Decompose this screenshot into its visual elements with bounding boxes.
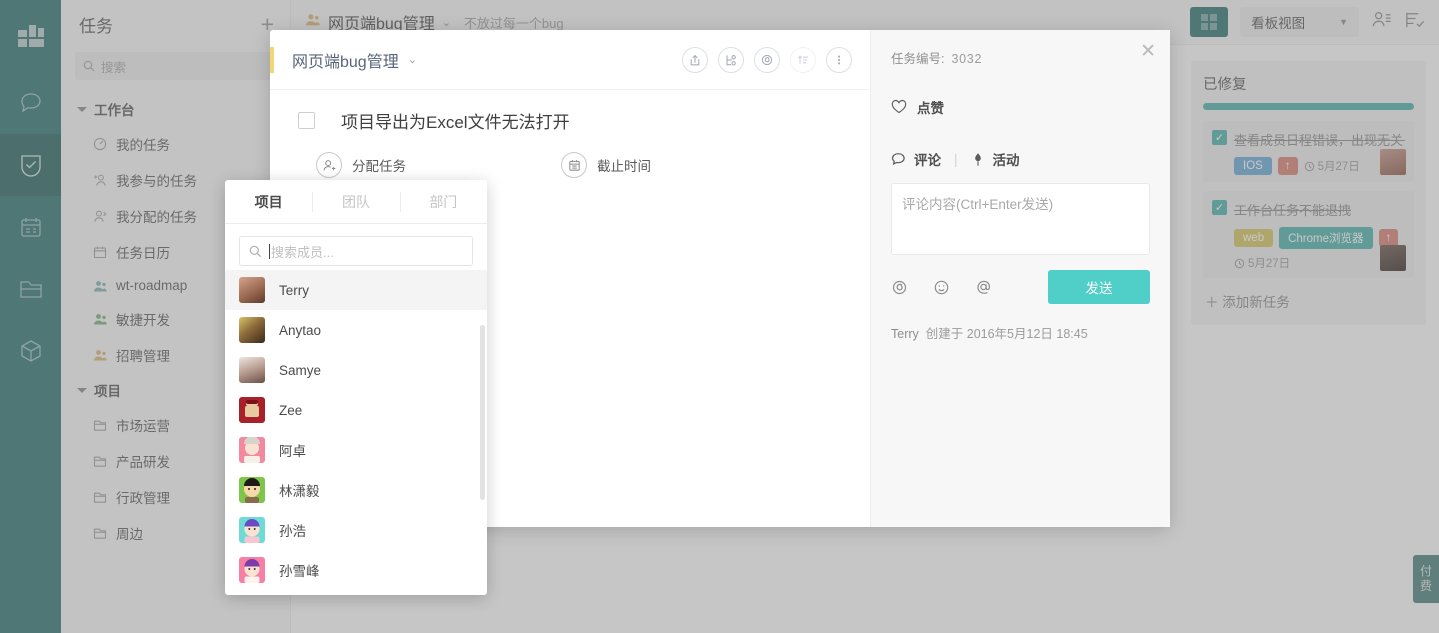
task-meta-row: 分配任务 截止时间: [270, 133, 870, 178]
member-search-input[interactable]: 搜索成员...: [239, 236, 473, 266]
tab-activity-label: 活动: [992, 153, 1020, 168]
like-button[interactable]: 点赞: [891, 97, 1150, 117]
assign-task-button[interactable]: 分配任务: [316, 152, 406, 178]
priority-icon[interactable]: [790, 46, 816, 73]
due-date-icon: [561, 152, 587, 178]
assign-task-label: 分配任务: [352, 159, 406, 174]
search-icon: [249, 245, 262, 257]
avatar: [239, 277, 265, 303]
list-item[interactable]: Terry: [225, 270, 487, 310]
due-date-button[interactable]: 截止时间: [561, 152, 651, 178]
like-label: 点赞: [917, 101, 944, 116]
avatar: [239, 397, 265, 423]
task-title[interactable]: 项目导出为Excel文件无法打开: [341, 108, 570, 133]
accent-stripe: [270, 47, 274, 73]
chevron-down-icon[interactable]: ⌄: [408, 53, 417, 66]
heart-icon: [891, 99, 907, 114]
list-item[interactable]: Samye: [225, 350, 487, 390]
member-name: Terry: [279, 282, 309, 298]
avatar: [239, 317, 265, 343]
comment-actions: 发送: [891, 270, 1150, 304]
tab-team[interactable]: 团队: [312, 180, 399, 223]
scrollbar-thumb[interactable]: [480, 325, 485, 500]
tab-project[interactable]: 项目: [225, 180, 312, 223]
modal-right-pane: ✕ 任务编号: 3032 点赞 评论 | 活动 评论内容(Ctrl+Enter发…: [870, 30, 1170, 527]
modal-project-name[interactable]: 网页端bug管理: [292, 48, 399, 72]
avatar: [239, 437, 265, 463]
avatar: [239, 557, 265, 583]
modal-body: 项目导出为Excel文件无法打开 分配任务 截止时间: [270, 90, 870, 178]
text-cursor: [269, 243, 270, 259]
member-name: Anytao: [279, 322, 322, 338]
activity-icon: [974, 152, 981, 166]
member-name: Zee: [279, 402, 303, 418]
tab-department[interactable]: 部门: [399, 180, 487, 223]
share-icon[interactable]: [682, 46, 708, 73]
task-number: 任务编号: 3032: [891, 48, 1150, 67]
attachment-icon[interactable]: [754, 46, 780, 73]
list-item[interactable]: 孙雪峰: [225, 550, 487, 590]
modal-header: 网页端bug管理 ⌄: [270, 30, 870, 90]
comment-activity-tabs: 评论 | 活动: [891, 149, 1150, 169]
member-name: 林潇毅: [279, 484, 320, 499]
list-item[interactable]: Anytao: [225, 310, 487, 350]
member-name: 阿卓: [279, 444, 306, 459]
subtask-tree-icon[interactable]: [718, 46, 744, 73]
list-item[interactable]: 林潇毅: [225, 470, 487, 510]
member-name: 孙雪峰: [279, 564, 320, 579]
send-button[interactable]: 发送: [1048, 270, 1150, 304]
task-number-value: 3032: [951, 52, 983, 66]
due-date-label: 截止时间: [597, 159, 651, 174]
member-name: Samye: [279, 362, 322, 378]
tab-comment-label: 评论: [914, 153, 941, 168]
avatar: [239, 357, 265, 383]
avatar: [239, 517, 265, 543]
member-list: Terry Anytao Samye Zee 阿卓 林潇毅 孙浩 孙雪峰: [225, 270, 487, 590]
emoji-icon[interactable]: [933, 279, 950, 296]
task-complete-checkbox[interactable]: [298, 112, 315, 129]
comment-input[interactable]: 评论内容(Ctrl+Enter发送): [891, 183, 1150, 255]
list-item[interactable]: 阿卓: [225, 430, 487, 470]
list-item[interactable]: 孙浩: [225, 510, 487, 550]
avatar: [239, 477, 265, 503]
attachment-icon[interactable]: [891, 279, 908, 296]
tab-comment[interactable]: 评论: [891, 149, 941, 169]
task-number-label: 任务编号:: [891, 52, 945, 66]
comment-placeholder: 评论内容(Ctrl+Enter发送): [902, 197, 1054, 212]
modal-header-actions: [682, 46, 852, 73]
created-text: 创建于 2016年5月12日 18:45: [925, 327, 1088, 341]
more-options-icon[interactable]: [826, 46, 852, 73]
assign-user-icon: [316, 152, 342, 178]
close-icon[interactable]: ✕: [1140, 42, 1156, 61]
created-by: Terry: [891, 327, 919, 341]
member-search-placeholder: 搜索成员...: [271, 244, 334, 260]
member-name: 孙浩: [279, 524, 306, 539]
member-picker-popover: 项目 团队 部门 搜索成员... Terry Anytao Samye Zee …: [225, 180, 487, 595]
mention-icon[interactable]: [975, 279, 992, 296]
created-info: Terry 创建于 2016年5月12日 18:45: [891, 323, 1150, 342]
list-item[interactable]: Zee: [225, 390, 487, 430]
tab-separator: |: [954, 151, 958, 167]
app-root: 任务 + 搜索 工作台 我的任务 我参与的任务 我分配的任务 任务日历 wt-r…: [0, 0, 1439, 633]
tab-activity[interactable]: 活动: [971, 149, 1020, 169]
member-picker-tabs: 项目 团队 部门: [225, 180, 487, 224]
task-title-row: 项目导出为Excel文件无法打开: [270, 108, 870, 133]
comment-icon: [891, 152, 905, 165]
